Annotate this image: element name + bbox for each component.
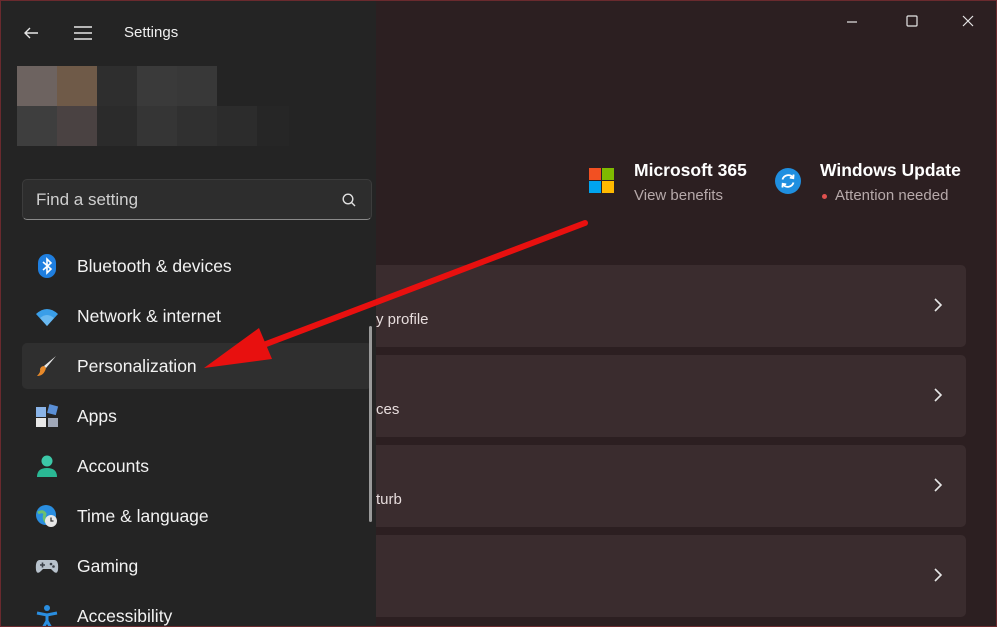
navigation-drawer: Settings Find a setting Bluetooth & devi… [1, 1, 376, 626]
settings-cards: y profile ces turb [376, 265, 966, 625]
app-title: Settings [124, 24, 179, 41]
paintbrush-icon [37, 356, 56, 376]
close-icon [962, 15, 974, 27]
windows-update-icon [775, 168, 801, 194]
chevron-right-icon [934, 478, 943, 492]
sidebar-item-accessibility[interactable]: Accessibility [22, 593, 372, 626]
sidebar-item-label: Time & language [77, 505, 209, 526]
sidebar-item-network-internet[interactable]: Network & internet [22, 293, 372, 339]
back-arrow-icon [24, 27, 38, 39]
apps-icon [36, 404, 59, 427]
window-controls [824, 1, 996, 43]
sidebar-item-label: Gaming [77, 555, 139, 576]
settings-card[interactable] [376, 535, 966, 617]
microsoft365-subtitle: View benefits [634, 187, 723, 204]
menu-button[interactable] [67, 17, 99, 49]
card-text: y profile [376, 311, 429, 328]
maximize-icon [906, 15, 918, 27]
settings-window: Microsoft 365 View benefits Windows Upda… [0, 0, 997, 627]
drawer-header: Settings [1, 1, 376, 63]
person-icon [37, 455, 57, 477]
navigation-scrollbar[interactable] [369, 326, 372, 522]
settings-card[interactable]: turb [376, 445, 966, 527]
card-text: turb [376, 491, 402, 508]
search-input[interactable] [23, 180, 333, 219]
windows-update-status: Attention needed [820, 187, 990, 204]
sidebar-item-time-language[interactable]: Time & language [22, 493, 372, 539]
sidebar-item-label: Accounts [77, 455, 149, 476]
sidebar-item-gaming[interactable]: Gaming [22, 543, 372, 589]
hamburger-icon [74, 26, 92, 40]
chevron-right-icon [934, 388, 943, 402]
sidebar-item-apps[interactable]: Apps [22, 393, 372, 439]
card-text: ces [376, 401, 400, 418]
sidebar-item-label: Accessibility [77, 605, 173, 626]
minimize-button[interactable] [824, 1, 880, 41]
sidebar-item-label: Apps [77, 405, 117, 426]
sidebar-item-bluetooth-devices[interactable]: Bluetooth & devices [22, 243, 372, 289]
header-tiles: Microsoft 365 View benefits Windows Upda… [589, 156, 989, 216]
user-profile-blurred[interactable] [17, 66, 289, 146]
sidebar-item-personalization[interactable]: Personalization [22, 343, 372, 389]
globe-clock-icon [36, 505, 57, 527]
back-button[interactable] [15, 17, 47, 49]
chevron-right-icon [934, 298, 943, 312]
attention-dot-icon [822, 193, 827, 199]
sidebar-item-label: Personalization [77, 355, 197, 376]
bluetooth-icon [38, 254, 56, 278]
maximize-button[interactable] [884, 1, 940, 41]
microsoft365-title: Microsoft 365 [634, 160, 747, 180]
sidebar-item-accounts[interactable]: Accounts [22, 443, 372, 489]
gamepad-icon [35, 560, 59, 573]
navigation-list: Bluetooth & devices Network & internet P… [22, 243, 372, 626]
settings-card[interactable]: y profile [376, 265, 966, 347]
wifi-icon [36, 309, 58, 326]
accessibility-icon [36, 605, 58, 626]
minimize-icon [847, 21, 857, 23]
search-icon[interactable] [341, 192, 357, 208]
microsoft-logo-icon [589, 168, 615, 194]
windows-update-subtitle: Attention needed [835, 187, 949, 204]
navigation-list-viewport: Bluetooth & devices Network & internet P… [1, 243, 376, 626]
windows-update-title: Windows Update [820, 160, 961, 180]
sidebar-item-label: Network & internet [77, 305, 221, 326]
sidebar-item-label: Bluetooth & devices [77, 255, 232, 276]
chevron-right-icon [934, 568, 943, 582]
close-button[interactable] [940, 1, 996, 41]
search-box[interactable] [22, 179, 372, 220]
settings-card[interactable]: ces [376, 355, 966, 437]
